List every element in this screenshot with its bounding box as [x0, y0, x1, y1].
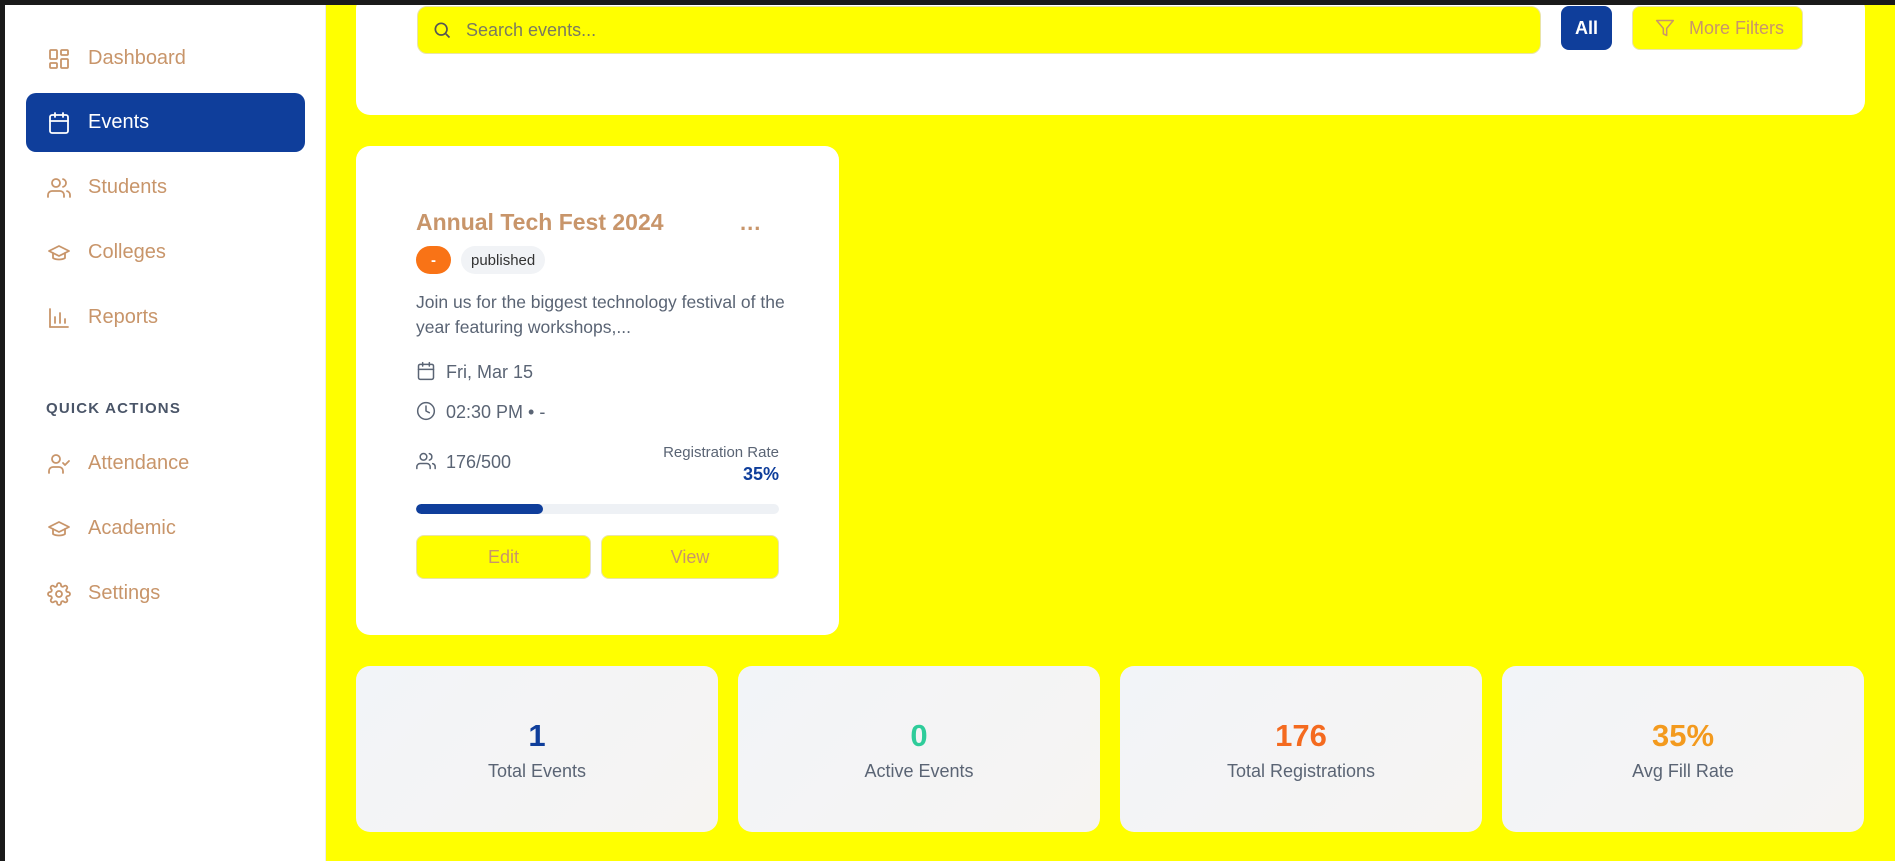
stat-card-avg-fill-rate: 35% Avg Fill Rate [1502, 666, 1864, 832]
sidebar-item-label: Academic [88, 517, 176, 539]
event-time-row: 02:30 PM • - [416, 401, 545, 423]
registration-progress-bar [416, 504, 779, 514]
event-description: Join us for the biggest technology festi… [416, 292, 785, 337]
sidebar-item-label: Attendance [88, 452, 190, 474]
stat-value: 176 [1275, 718, 1327, 753]
event-date: Fri, Mar 15 [446, 361, 534, 382]
event-time: 02:30 PM • - [446, 401, 546, 422]
more-filters-label: More Filters [1689, 17, 1785, 38]
event-registrations-row: 176/500 [416, 451, 511, 473]
stat-label: Active Events [864, 761, 974, 781]
search-field[interactable] [417, 6, 1541, 54]
registration-rate-value: 35% [742, 464, 779, 484]
sidebar: Dashboard Events Students Colleges Repor… [5, 5, 326, 861]
search-icon [432, 19, 454, 41]
bar-chart-icon [46, 305, 72, 331]
stat-card-total-events: 1 Total Events [356, 666, 718, 832]
registration-rate-label: Registration Rate [663, 444, 779, 461]
search-input[interactable] [466, 19, 1466, 41]
sidebar-item-students[interactable]: Students [26, 158, 305, 217]
users-icon [416, 451, 438, 473]
event-card: Annual Tech Fest 2024 ... - published Jo… [356, 146, 839, 635]
calendar-icon [416, 361, 438, 383]
sidebar-item-dashboard[interactable]: Dashboard [26, 29, 305, 88]
graduation-cap-icon [46, 240, 72, 266]
stat-label: Total Events [487, 761, 587, 781]
sidebar-item-attendance[interactable]: Attendance [26, 434, 305, 493]
filter-all-button[interactable]: All [1561, 6, 1612, 50]
sidebar-item-events[interactable]: Events [26, 93, 305, 152]
calendar-icon [46, 110, 72, 136]
sidebar-item-academic[interactable]: Academic [26, 499, 305, 558]
stat-value: 0 [910, 718, 928, 753]
stat-value: 1 [528, 718, 546, 753]
app-window: Dashboard Events Students Colleges Repor… [5, 5, 1895, 861]
event-registrations: 176/500 [446, 451, 512, 472]
sidebar-item-reports[interactable]: Reports [26, 288, 305, 347]
sidebar-item-label: Dashboard [88, 47, 186, 69]
event-menu-button[interactable]: ... [740, 210, 761, 236]
stat-label: Total Registrations [1226, 761, 1376, 781]
event-title[interactable]: Annual Tech Fest 2024 [416, 209, 664, 236]
registration-progress-fill [416, 504, 544, 514]
quick-actions-heading: QUICK ACTIONS [46, 400, 182, 417]
users-icon [46, 175, 72, 201]
more-filters-button[interactable]: More Filters [1632, 6, 1803, 50]
sidebar-item-label: Reports [88, 306, 159, 328]
sidebar-item-settings[interactable]: Settings [26, 564, 305, 623]
status-badge: published [461, 246, 546, 274]
event-type-badge: - [416, 246, 451, 274]
stat-value: 35% [1651, 718, 1715, 753]
event-date-row: Fri, Mar 15 [416, 361, 533, 383]
gear-icon [46, 581, 72, 607]
stat-label: Avg Fill Rate [1632, 761, 1734, 781]
clock-icon [416, 401, 438, 423]
graduation-cap-icon [46, 516, 72, 542]
user-check-icon [46, 451, 72, 477]
stat-card-active-events: 0 Active Events [738, 666, 1100, 832]
sidebar-item-label: Colleges [88, 241, 166, 263]
edit-button[interactable]: Edit [416, 535, 591, 579]
sidebar-item-label: Events [88, 111, 150, 133]
dashboard-icon [46, 46, 72, 72]
sidebar-item-label: Settings [88, 582, 161, 604]
filter-icon [1655, 18, 1675, 38]
stat-card-total-registrations: 176 Total Registrations [1120, 666, 1482, 832]
sidebar-item-label: Students [88, 176, 167, 198]
sidebar-item-colleges[interactable]: Colleges [26, 223, 305, 282]
view-button[interactable]: View [601, 535, 779, 579]
